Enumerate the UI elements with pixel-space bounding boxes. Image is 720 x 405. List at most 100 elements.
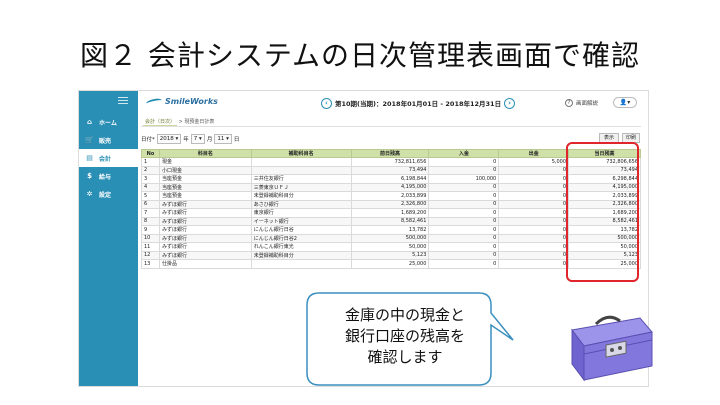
help-link[interactable]: ? 画面解説 bbox=[565, 99, 598, 107]
row-number-cell: 2 bbox=[141, 165, 160, 175]
withdrawal-cell: 0 bbox=[498, 182, 570, 192]
deposit-cell: 0 bbox=[428, 199, 500, 209]
slide-title: 図２ 会計システムの日次管理表画面で確認 bbox=[79, 39, 641, 72]
sub-account-name-cell: にんじん銀行日谷 bbox=[250, 225, 352, 235]
previous-balance-cell: 50,000 bbox=[350, 242, 430, 252]
deposit-cell: 0 bbox=[428, 259, 500, 269]
account-name-cell: みずほ銀行 bbox=[158, 242, 252, 252]
deposit-cell: 0 bbox=[428, 216, 500, 226]
deposit-cell: 0 bbox=[428, 242, 500, 252]
sidebar-item-label: 設定 bbox=[99, 191, 112, 199]
account-name-cell: 当座預金 bbox=[158, 174, 252, 184]
top-bar: SmileWorks ‹ 第10期(当期)：2018年01月01日 - 2018… bbox=[138, 91, 648, 115]
previous-balance-cell: 73,494 bbox=[350, 165, 430, 175]
callout-bubble: 金庫の中の現金と 銀行口座の残高を 確認します bbox=[305, 285, 515, 388]
column-header: 入金 bbox=[428, 149, 500, 158]
logo[interactable]: SmileWorks bbox=[145, 96, 218, 107]
previous-balance-cell: 2,033,899 bbox=[350, 191, 430, 201]
row-number-cell: 9 bbox=[141, 225, 160, 235]
account-name-cell: 仕掛品 bbox=[158, 259, 252, 269]
account-name-cell: 現金 bbox=[158, 157, 252, 167]
sidebar: ⌂ ホーム 🛒 販売 ▤ 会計 $ 給与 ✲ 設定 bbox=[79, 91, 138, 386]
sub-account-name-cell: 三井住友銀行 bbox=[250, 174, 352, 184]
callout-line: 金庫の中の現金と bbox=[344, 306, 465, 324]
cashbox-illustration bbox=[560, 310, 655, 385]
menu-icon[interactable] bbox=[118, 97, 128, 104]
divider bbox=[141, 126, 641, 127]
account-name-cell: みずほ銀行 bbox=[158, 208, 252, 218]
withdrawal-cell: 0 bbox=[498, 250, 570, 260]
withdrawal-cell: 0 bbox=[498, 216, 570, 226]
withdrawal-cell: 5,000 bbox=[498, 157, 570, 167]
row-number-cell: 7 bbox=[141, 208, 160, 218]
previous-period-button[interactable]: ‹ bbox=[321, 97, 332, 109]
account-name-cell: 小口現金 bbox=[158, 165, 252, 175]
callout-text: 金庫の中の現金と 銀行口座の残高を 確認します bbox=[305, 305, 505, 368]
previous-balance-cell: 13,782 bbox=[350, 225, 430, 235]
money-icon: $ bbox=[87, 172, 92, 180]
callout-line: 確認します bbox=[367, 348, 443, 366]
day-select[interactable]: 11 ▾ bbox=[214, 134, 232, 144]
month-select[interactable]: 7 ▾ bbox=[190, 134, 205, 144]
column-header: 科目名 bbox=[158, 149, 252, 158]
row-number-cell: 8 bbox=[141, 216, 160, 226]
sidebar-item-home[interactable]: ⌂ ホーム bbox=[79, 113, 138, 131]
breadcrumb-link[interactable]: 会計（日次） bbox=[143, 119, 178, 126]
deposit-cell: 0 bbox=[428, 182, 500, 192]
row-number-cell: 10 bbox=[141, 233, 160, 243]
sidebar-item-label: ホーム bbox=[99, 119, 117, 127]
previous-balance-cell: 500,000 bbox=[350, 233, 430, 243]
deposit-cell: 0 bbox=[428, 208, 500, 218]
withdrawal-cell: 0 bbox=[498, 208, 570, 218]
sidebar-item-accounting[interactable]: ▤ 会計 bbox=[79, 149, 138, 167]
account-name-cell: みずほ銀行 bbox=[158, 216, 252, 226]
sub-account-name-cell bbox=[250, 259, 352, 269]
next-period-button[interactable]: › bbox=[504, 97, 516, 109]
cashbox-icon bbox=[571, 315, 653, 382]
deposit-cell: 100,000 bbox=[428, 174, 500, 184]
sidebar-item-sales[interactable]: 🛒 販売 bbox=[79, 131, 138, 149]
sub-account-name-cell: イーネット銀行 bbox=[250, 216, 352, 226]
cart-icon: 🛒 bbox=[85, 136, 94, 144]
withdrawal-cell: 0 bbox=[498, 242, 570, 252]
day-unit: 日 bbox=[233, 137, 240, 143]
user-menu-button[interactable]: 👤▾ bbox=[613, 97, 637, 108]
sidebar-item-label: 販売 bbox=[99, 137, 112, 145]
previous-balance-cell: 6,198,844 bbox=[350, 174, 430, 184]
deposit-cell: 0 bbox=[428, 157, 500, 167]
gear-icon: ✲ bbox=[86, 190, 93, 198]
previous-balance-cell: 25,000 bbox=[350, 259, 430, 269]
previous-balance-cell: 2,326,800 bbox=[350, 199, 430, 209]
account-name-cell: 当座預金 bbox=[158, 182, 252, 192]
deposit-cell: 0 bbox=[428, 250, 500, 260]
column-header: 前日残高 bbox=[350, 149, 430, 158]
sidebar-item-label: 会計 bbox=[99, 155, 112, 163]
row-number-cell: 4 bbox=[141, 182, 160, 192]
account-name-cell: みずほ銀行 bbox=[158, 199, 252, 209]
home-icon: ⌂ bbox=[86, 118, 92, 126]
highlight-box bbox=[566, 142, 639, 282]
breadcrumb-current: 現預金日計表 bbox=[184, 119, 215, 125]
row-number-cell: 3 bbox=[141, 174, 160, 184]
deposit-cell: 0 bbox=[428, 165, 500, 175]
account-name-cell: みずほ銀行 bbox=[158, 233, 252, 243]
logo-text: SmileWorks bbox=[165, 97, 218, 106]
period-selector: ‹ 第10期(当期)：2018年01月01日 - 2018年12月31日 › bbox=[318, 97, 518, 109]
sidebar-item-settings[interactable]: ✲ 設定 bbox=[79, 185, 138, 203]
row-number-cell: 6 bbox=[141, 199, 160, 209]
year-select[interactable]: 2018 ▾ bbox=[156, 134, 182, 144]
month-unit: 月 bbox=[206, 137, 213, 143]
previous-balance-cell: 732,811,656 bbox=[350, 157, 430, 167]
help-label: 画面解説 bbox=[576, 101, 599, 107]
date-label: 日付* bbox=[141, 137, 155, 143]
row-number-cell: 13 bbox=[141, 259, 160, 269]
sub-account-name-cell: あさひ銀行 bbox=[250, 199, 352, 209]
account-name-cell: みずほ銀行 bbox=[158, 225, 252, 235]
sidebar-item-payroll[interactable]: $ 給与 bbox=[79, 167, 138, 185]
withdrawal-cell: 0 bbox=[498, 225, 570, 235]
callout-line: 銀行口座の残高を bbox=[344, 327, 465, 345]
withdrawal-cell: 0 bbox=[498, 174, 570, 184]
row-number-cell: 5 bbox=[141, 191, 160, 201]
sub-account-name-cell bbox=[250, 165, 352, 175]
ledger-icon: ▤ bbox=[86, 154, 93, 162]
